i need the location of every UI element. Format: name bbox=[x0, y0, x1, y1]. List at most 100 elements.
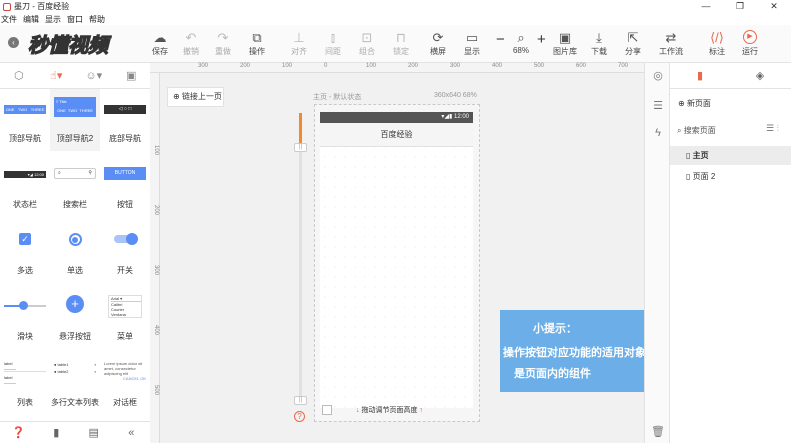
page-list-item[interactable]: ▯ 页面 2 bbox=[670, 167, 791, 186]
component-dialog[interactable]: Lorem ipsum dolor sit amet, consectetur … bbox=[100, 353, 150, 415]
toolbar-label: 分享 bbox=[625, 47, 641, 56]
ruler-tick: 200 bbox=[240, 63, 251, 69]
component-thumbnail: Lorem ipsum dolor sit amet, consectetur … bbox=[104, 361, 146, 381]
toolbar-label: 工作流 bbox=[659, 47, 683, 56]
component-label: 开关 bbox=[117, 266, 133, 275]
canvas-help-icon[interactable]: ? bbox=[294, 411, 305, 422]
component-statusbar[interactable]: ▾◢ 12:00 状态栏 bbox=[0, 155, 50, 217]
list-view-icons[interactable]: ☰ ⫶ bbox=[766, 123, 779, 134]
link-previous-page-button[interactable]: ⊕ 链接上一页 bbox=[167, 87, 224, 107]
sliders-icon[interactable]: ☰ bbox=[645, 99, 671, 112]
tab-box-icon[interactable]: ⬡ bbox=[0, 63, 38, 88]
collapse-icon[interactable]: « bbox=[113, 422, 151, 443]
component-label: 对话框 bbox=[113, 398, 137, 407]
component-thumbnail: ONE TWO THREE bbox=[4, 105, 46, 114]
component-label: 底部导航 bbox=[109, 134, 141, 143]
component-searchbar[interactable]: ⌕ ⚲ 搜索栏 bbox=[50, 155, 100, 217]
trash-icon[interactable]: 🗑 bbox=[645, 425, 671, 438]
target-icon[interactable]: ◎ bbox=[645, 69, 671, 82]
share-icon: ⇱ bbox=[627, 30, 639, 45]
toolbar-distribute-button[interactable]: ⫾ 间距 bbox=[316, 30, 350, 57]
arrow-down-icon: ↓ bbox=[356, 407, 360, 414]
toolbar-run-button[interactable]: ▶ 运行 bbox=[733, 30, 767, 57]
menu-window[interactable]: 窗口 bbox=[67, 14, 83, 25]
ruler-tick: 300 bbox=[450, 63, 461, 69]
ruler-tick: 300 bbox=[153, 265, 159, 276]
menu-file[interactable]: 文件 bbox=[1, 14, 17, 25]
toolbar-cloud-upload-button[interactable]: ☁ 保存 bbox=[143, 30, 177, 57]
component-multiline[interactable]: ● table1 ▪ ● table2 ▪ 多行文本列表 bbox=[50, 353, 100, 415]
tab-pages-icon[interactable]: ▮ bbox=[670, 63, 730, 89]
toolbar-label: 操作 bbox=[249, 47, 265, 56]
help-icon[interactable]: ❓ bbox=[0, 422, 38, 443]
menu-view[interactable]: 显示 bbox=[45, 14, 61, 25]
ruler-tick: 700 bbox=[618, 63, 629, 69]
plus-circle-icon: ⊕ bbox=[678, 99, 687, 108]
toolbar-label: 对齐 bbox=[291, 47, 307, 56]
component-fab[interactable]: + 悬浮按钮 bbox=[50, 287, 100, 349]
component-topnav[interactable]: ONE TWO THREE 顶部导航 bbox=[0, 89, 50, 151]
toolbar-align-button[interactable]: ⊥ 对齐 bbox=[282, 30, 316, 57]
distribute-icon: ⫾ bbox=[330, 30, 336, 45]
toolbar-display-button[interactable]: ▭ 显示 bbox=[455, 30, 489, 57]
align-icon: ⊥ bbox=[293, 30, 305, 45]
toolbar-redo-button[interactable]: ↷ 重做 bbox=[206, 30, 240, 57]
page-list-item[interactable]: ▯ 主页 bbox=[670, 146, 791, 165]
component-checkbox[interactable]: ✓ 多选 bbox=[0, 221, 50, 283]
component-topnav2[interactable]: ≡ Title ONE TWO THREE 顶部导航2 bbox=[50, 89, 100, 151]
window-controls: — ❐ ✕ bbox=[689, 0, 791, 13]
slider-top-handle[interactable]: || bbox=[294, 143, 307, 152]
arrow-up-icon: ↑ bbox=[419, 407, 423, 414]
toolbar-rotate-button[interactable]: ⟳ 横屏 bbox=[421, 30, 455, 57]
menu-help[interactable]: 帮助 bbox=[89, 14, 105, 25]
component-button[interactable]: BUTTON 按钮 bbox=[100, 155, 150, 217]
briefcase-icon[interactable]: ▤ bbox=[75, 422, 113, 443]
toolbar-image-library-button[interactable]: ▣ 图片库 bbox=[548, 30, 582, 57]
zoom-in-button[interactable]: + bbox=[537, 31, 546, 48]
book-icon[interactable]: ▮ bbox=[38, 422, 76, 443]
page-size-label: 360x640 68% bbox=[434, 92, 477, 99]
menu-edit[interactable]: 编辑 bbox=[23, 14, 39, 25]
ruler-tick: 600 bbox=[576, 63, 587, 69]
tab-layout-icon[interactable]: ▣ bbox=[113, 63, 151, 88]
toolbar-action-button[interactable]: ⧉ 操作 bbox=[240, 30, 274, 57]
component-menu[interactable]: Arial ▾ Calibri Courier Verdana 菜单 bbox=[100, 287, 150, 349]
ruler-tick: 0 bbox=[324, 63, 328, 69]
new-page-button[interactable]: ⊕ 新页面 bbox=[678, 98, 711, 109]
phone-status-bar[interactable]: ▾◢▮ 12:00 bbox=[320, 112, 473, 123]
component-bottomnav[interactable]: ◁ ○ □ 底部导航 bbox=[100, 89, 150, 151]
maximize-button[interactable]: ❐ bbox=[723, 0, 757, 13]
component-toggle[interactable]: 开关 bbox=[100, 221, 150, 283]
component-list[interactable]: label ——— label ——— 列表 bbox=[0, 353, 50, 415]
tab-layers-icon[interactable]: ◈ bbox=[730, 63, 790, 89]
window-title: 墨刀 - 百度经验 bbox=[14, 2, 70, 11]
zoom-control[interactable]: ⌕ 68% bbox=[504, 30, 538, 55]
zoom-search-icon: ⌕ bbox=[517, 30, 525, 45]
drag-height-hint[interactable]: ↓ 拖动调节页面高度 ↑ bbox=[356, 405, 423, 415]
back-icon[interactable]: ‹ bbox=[8, 37, 19, 48]
lightning-icon[interactable]: ϟ bbox=[645, 127, 671, 139]
phone-screen[interactable] bbox=[320, 112, 473, 408]
toolbar-group-button[interactable]: ⊡ 组合 bbox=[350, 30, 384, 57]
toolbar-undo-button[interactable]: ↶ 撤销 bbox=[174, 30, 208, 57]
tab-icons-icon[interactable]: ☺▾ bbox=[75, 63, 113, 88]
toolbar-workflow-button[interactable]: ⇄ 工作流 bbox=[654, 30, 688, 57]
toolbar-lock-button[interactable]: ⊓ 锁定 bbox=[384, 30, 418, 57]
download-icon: ⤓ bbox=[596, 30, 602, 45]
toolbar-download-button[interactable]: ⤓ 下载 bbox=[582, 30, 616, 57]
toolbar-annotate-button[interactable]: ⟨/⟩ 标注 bbox=[700, 30, 734, 57]
component-slider[interactable]: 滑块 bbox=[0, 287, 50, 349]
page-search-input[interactable]: ⌕ 搜索页面 bbox=[677, 123, 761, 138]
tab-components-icon[interactable]: ☝▾ bbox=[38, 63, 76, 88]
minimize-button[interactable]: — bbox=[689, 0, 723, 13]
component-radio[interactable]: 单选 bbox=[50, 221, 100, 283]
slider-bottom-handle[interactable]: || bbox=[294, 396, 307, 405]
toolbar-share-button[interactable]: ⇱ 分享 bbox=[616, 30, 650, 57]
pages-panel: ▮ ◈ ⊕ 新页面 ⌕ 搜索页面 ☰ ⫶ ▯ 主页 ▯ 页面 2 bbox=[670, 63, 791, 443]
page-height-slider-track[interactable] bbox=[299, 113, 302, 405]
link-icon: ⊕ bbox=[173, 92, 182, 101]
page-checkbox[interactable] bbox=[322, 405, 332, 415]
phone-nav-title[interactable]: 百度经验 bbox=[320, 123, 473, 147]
close-button[interactable]: ✕ bbox=[757, 0, 791, 13]
page-name: 主页 bbox=[692, 151, 709, 160]
